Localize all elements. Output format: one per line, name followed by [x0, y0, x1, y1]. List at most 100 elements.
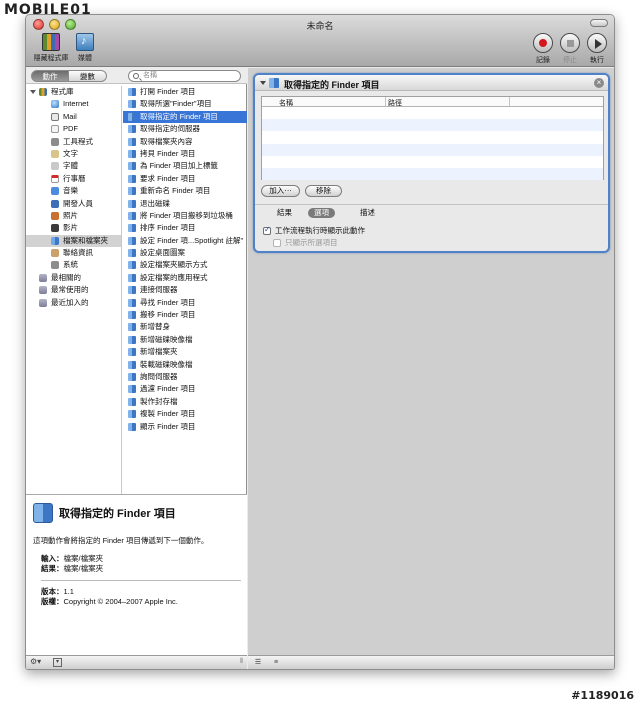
table-row[interactable]: [262, 131, 603, 143]
stop-button[interactable]: 停止: [557, 33, 583, 65]
category-item[interactable]: 文字: [26, 148, 121, 160]
category-item[interactable]: 字體: [26, 160, 121, 172]
action-item[interactable]: 打開 Finder 項目: [123, 86, 247, 98]
action-item[interactable]: 裝載磁碟映像檔: [123, 359, 247, 371]
run-button[interactable]: 執行: [584, 33, 610, 65]
category-item[interactable]: 最相關的: [26, 272, 121, 284]
copyright-info: 版權：Copyright © 2004–2007 Apple Inc.: [41, 597, 178, 606]
table-row[interactable]: [262, 107, 603, 119]
category-item[interactable]: Internet: [26, 98, 121, 110]
media-button[interactable]: 媒體: [74, 33, 96, 63]
action-item[interactable]: 將 Finder 項目搬移到垃圾桶: [123, 210, 247, 222]
hide-library-button[interactable]: 隱藏程式庫: [31, 33, 71, 63]
action-item[interactable]: 重新命名 Finder 項目: [123, 185, 247, 197]
stop-icon: [567, 40, 574, 47]
tab-actions[interactable]: 動作: [31, 70, 69, 82]
run-label: 執行: [590, 57, 604, 64]
toolbar-toggle-button[interactable]: [590, 19, 608, 27]
show-selected-checkbox[interactable]: [273, 238, 281, 247]
post-id: #1189016: [571, 689, 634, 702]
category-item[interactable]: 音樂: [26, 185, 121, 197]
action-item[interactable]: 設定檔案的應用程式: [123, 272, 247, 284]
action-item[interactable]: 複製 Finder 項目: [123, 408, 247, 420]
finder-action-icon: [269, 78, 279, 88]
action-item[interactable]: 拷貝 Finder 項目: [123, 148, 247, 160]
action-item[interactable]: 詢問伺服器: [123, 371, 247, 383]
action-item[interactable]: 顯示 Finder 項目: [123, 421, 247, 433]
tab-results[interactable]: 結果: [277, 208, 292, 218]
record-button[interactable]: 記錄: [530, 33, 556, 65]
action-item[interactable]: 取得所選"Finder"項目: [123, 98, 247, 110]
action-item[interactable]: 過濾 Finder 項目: [123, 383, 247, 395]
category-label: 檔案和檔案夾: [63, 235, 108, 245]
action-item[interactable]: 設定檔案夾顯示方式: [123, 259, 247, 271]
record-label: 記錄: [536, 57, 550, 64]
action-item[interactable]: 退出磁碟: [123, 198, 247, 210]
table-row[interactable]: [262, 167, 603, 181]
close-icon[interactable]: ×: [594, 78, 604, 88]
column-path[interactable]: 路徑: [388, 98, 402, 108]
category-item[interactable]: Mail: [26, 111, 121, 123]
action-item[interactable]: 排序 Finder 項目: [123, 222, 247, 234]
category-item[interactable]: 聯絡資訊: [26, 247, 121, 259]
action-item[interactable]: 取得指定的 Finder 項目: [123, 110, 247, 124]
gear-icon[interactable]: ⚙▾: [30, 657, 41, 666]
action-item[interactable]: 新增替身: [123, 321, 247, 333]
category-item[interactable]: 系統: [26, 259, 121, 271]
category-item[interactable]: 影片: [26, 222, 121, 234]
add-button[interactable]: 加入⋯: [261, 185, 300, 197]
action-item[interactable]: 新增檔案夾: [123, 346, 247, 358]
show-selected-option[interactable]: 只顯示所選項目: [273, 237, 338, 248]
library-icon: [39, 88, 47, 96]
category-label: 音樂: [63, 186, 78, 196]
action-label: 裝載磁碟映像檔: [140, 359, 193, 369]
action-label: 設定檔案的應用程式: [140, 272, 208, 282]
description-toggle-icon[interactable]: ▾: [53, 658, 62, 667]
action-item[interactable]: 設定 Finder 項...Spotlight 註解": [123, 235, 247, 247]
action-item[interactable]: 要求 Finder 項目: [123, 173, 247, 185]
category-label: 照片: [63, 210, 78, 220]
table-row[interactable]: [262, 156, 603, 168]
tab-description[interactable]: 描述: [360, 208, 375, 218]
remove-button[interactable]: 移除: [305, 185, 342, 197]
show-action-checkbox[interactable]: [263, 225, 271, 235]
category-item[interactable]: 最常使用的: [26, 284, 121, 296]
action-item[interactable]: 搬移 Finder 項目: [123, 309, 247, 321]
category-item[interactable]: 檔案和檔案夾: [26, 234, 121, 248]
tab-variables[interactable]: 變數: [69, 70, 107, 82]
search-input[interactable]: 名稱: [128, 70, 241, 82]
action-item[interactable]: 取得指定的伺服器: [123, 123, 247, 135]
category-item[interactable]: 程式庫: [26, 86, 121, 98]
action-item[interactable]: 製作封存檔: [123, 396, 247, 408]
category-item[interactable]: PDF: [26, 123, 121, 135]
show-action-option[interactable]: 工作流程執行時顯示此動作: [263, 225, 365, 236]
toolbar: 未命名 隱藏程式庫 媒體 記錄 停止 執行: [26, 15, 614, 67]
action-item[interactable]: 為 Finder 項目加上標籤: [123, 160, 247, 172]
category-item[interactable]: 工具程式: [26, 136, 121, 148]
category-item[interactable]: 開發人員: [26, 198, 121, 210]
flow-view-icon[interactable]: ≡: [270, 658, 282, 667]
action-item[interactable]: 連接伺服器: [123, 284, 247, 296]
action-label: 取得指定的 Finder 項目: [140, 111, 218, 121]
action-item[interactable]: 尋找 Finder 項目: [123, 297, 247, 309]
resize-grip-icon[interactable]: ⦀: [240, 658, 243, 666]
list-view-icon[interactable]: ☰: [252, 658, 264, 667]
items-table[interactable]: 名稱 路徑: [261, 96, 604, 181]
category-item[interactable]: 行事曆: [26, 173, 121, 185]
category-item[interactable]: 照片: [26, 210, 121, 222]
finder-action-icon: [128, 137, 136, 146]
column-name[interactable]: 名稱: [279, 98, 293, 108]
action-item[interactable]: 取得檔案夾內容: [123, 136, 247, 148]
disclosure-triangle-icon[interactable]: [260, 81, 266, 85]
table-row[interactable]: [262, 143, 603, 156]
table-row[interactable]: [262, 119, 603, 132]
tab-options[interactable]: 選項: [308, 208, 335, 218]
window-title: 未命名: [306, 21, 334, 31]
disclosure-triangle-icon[interactable]: [30, 90, 36, 94]
category-item[interactable]: 最近加入的: [26, 297, 121, 309]
finder-action-icon: [128, 211, 136, 220]
action-item[interactable]: 設定桌面圖案: [123, 247, 247, 259]
action-label: 新增檔案夾: [140, 347, 178, 357]
action-item[interactable]: 新增磁碟映像檔: [123, 334, 247, 346]
developer-icon: [51, 199, 59, 208]
